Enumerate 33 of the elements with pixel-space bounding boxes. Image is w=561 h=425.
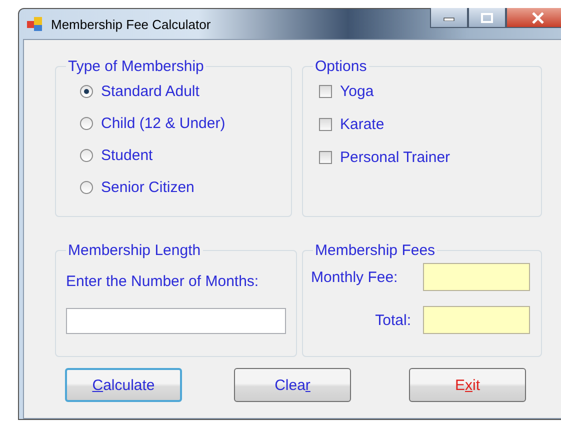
minimize-button[interactable] xyxy=(430,8,468,28)
checkbox-label[interactable]: Personal Trainer xyxy=(340,148,450,166)
checkbox[interactable] xyxy=(319,84,332,98)
fee-label: Total: xyxy=(374,312,411,328)
fee-label: Monthly Fee: xyxy=(311,268,399,286)
group-title: Membership Length xyxy=(67,242,202,259)
months-prompt: Enter the Number of Months: xyxy=(66,273,260,290)
radio-button[interactable] xyxy=(80,116,93,130)
checkbox-label[interactable]: Karate xyxy=(340,116,384,132)
window-title: Membership Fee Calculator xyxy=(51,16,211,32)
checkbox[interactable] xyxy=(319,150,332,164)
action-button[interactable]: Exit xyxy=(409,368,526,402)
radio-label[interactable]: Student xyxy=(101,146,153,164)
group-title: Options xyxy=(314,58,368,75)
app-icon xyxy=(27,16,43,32)
action-button[interactable]: Clear xyxy=(234,368,351,402)
checkbox-label[interactable]: Yoga xyxy=(340,82,374,100)
checkbox[interactable] xyxy=(319,118,332,130)
radio-button[interactable] xyxy=(80,180,93,194)
radio-button[interactable] xyxy=(80,84,93,98)
radio-label[interactable]: Child (12 & Under) xyxy=(101,114,226,132)
months-input-field[interactable] xyxy=(66,308,286,334)
maximize-icon xyxy=(481,12,493,22)
minimize-icon xyxy=(443,14,455,20)
action-button[interactable]: Calculate xyxy=(65,368,182,402)
radio-label[interactable]: Senior Citizen xyxy=(101,178,194,196)
radio-button[interactable] xyxy=(80,148,93,162)
close-button[interactable] xyxy=(506,8,561,28)
maximize-button[interactable] xyxy=(468,8,506,28)
radio-label[interactable]: Standard Adult xyxy=(101,82,200,100)
group-title: Membership Fees xyxy=(314,242,436,259)
group-title: Type of Membership xyxy=(67,58,205,75)
close-icon xyxy=(531,12,545,24)
